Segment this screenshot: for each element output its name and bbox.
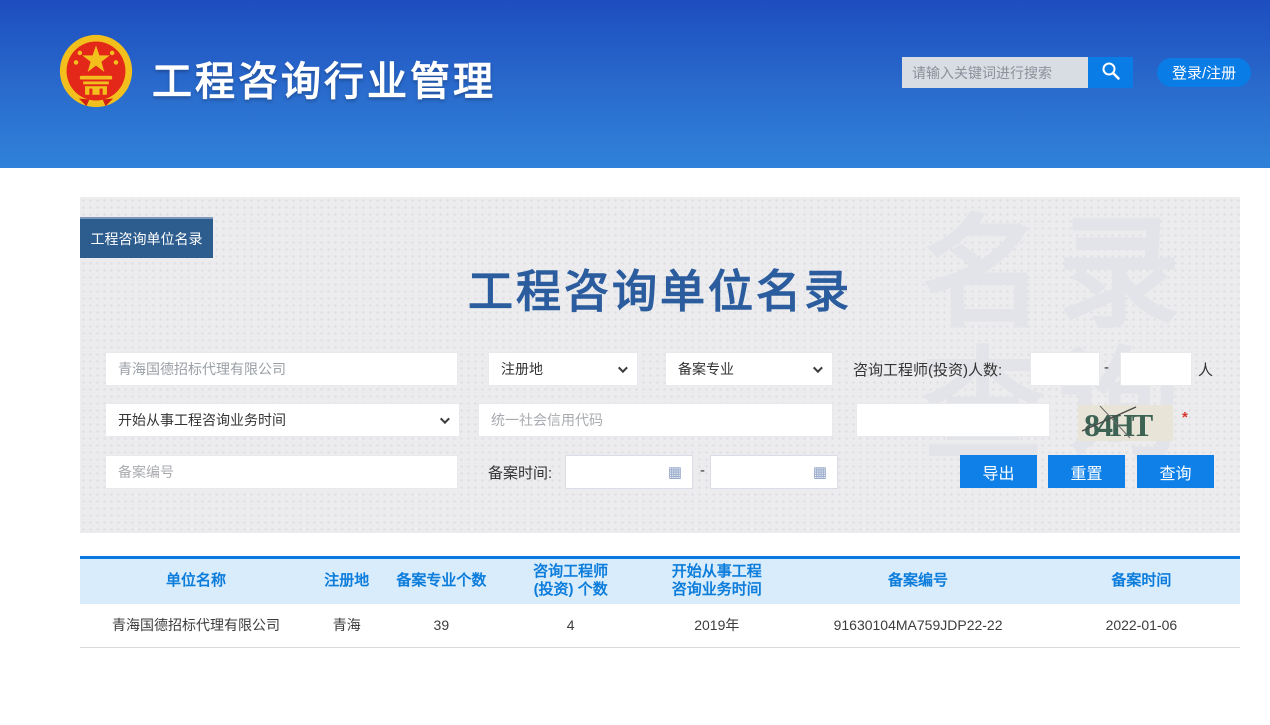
header-search bbox=[902, 57, 1133, 88]
table-row: 青海国德招标代理有限公司 青海 39 4 2019年 91630104MA759… bbox=[80, 604, 1240, 648]
captcha-image[interactable]: 84HT bbox=[1078, 405, 1173, 441]
cell-engineer-count: 4 bbox=[501, 604, 640, 648]
col-header-company: 单位名称 bbox=[80, 558, 312, 604]
specialty-select-label: 备案专业 bbox=[678, 359, 734, 379]
start-business-time-select[interactable]: 开始从事工程咨询业务时间 bbox=[105, 403, 460, 437]
query-button[interactable]: 查询 bbox=[1137, 455, 1214, 488]
page-title: 工程咨询单位名录 bbox=[80, 255, 1240, 320]
company-name-input[interactable] bbox=[105, 352, 458, 386]
results-table-header: 单位名称 注册地 备案专业个数 咨询工程师 (投资) 个数 开始从事工程 咨询业… bbox=[80, 558, 1240, 604]
chevron-down-icon bbox=[440, 414, 450, 424]
col-header-record-no: 备案编号 bbox=[793, 558, 1042, 604]
calendar-icon: ▦ bbox=[668, 465, 682, 480]
col-header-engineer-count: 咨询工程师 (投资) 个数 bbox=[501, 558, 640, 604]
cell-record-no: 91630104MA759JDP22-22 bbox=[793, 604, 1042, 648]
col-header-place: 注册地 bbox=[312, 558, 382, 604]
record-time-label: 备案时间: bbox=[488, 462, 552, 483]
credit-code-input[interactable] bbox=[478, 403, 833, 437]
record-time-end-input[interactable]: ▦ bbox=[710, 455, 838, 489]
tab-unit-directory[interactable]: 工程咨询单位名录 bbox=[80, 217, 213, 258]
engineer-count-max-input[interactable] bbox=[1120, 352, 1192, 386]
record-number-input[interactable] bbox=[105, 455, 458, 489]
cell-specialty-count: 39 bbox=[382, 604, 501, 648]
start-business-time-select-label: 开始从事工程咨询业务时间 bbox=[118, 410, 286, 430]
captcha-text: 84HT bbox=[1084, 407, 1153, 441]
national-emblem-logo bbox=[58, 33, 134, 109]
national-emblem-icon bbox=[58, 33, 134, 109]
required-asterisk: * bbox=[1182, 409, 1188, 426]
query-panel: 名录 查询 工程咨询单位名录 工程咨询单位名录 注册地 备案专业 咨询工程师(投… bbox=[80, 197, 1240, 533]
engineer-count-unit-label: 人 bbox=[1198, 359, 1213, 380]
chevron-down-icon bbox=[813, 363, 823, 373]
search-icon bbox=[1100, 60, 1122, 85]
cell-company: 青海国德招标代理有限公司 bbox=[80, 604, 312, 648]
cell-place: 青海 bbox=[312, 604, 382, 648]
page: 工程咨询行业管理 登录/注册 名录 查询 工程咨询单位名录 工程咨询单位名录 bbox=[0, 0, 1270, 725]
export-button[interactable]: 导出 bbox=[960, 455, 1037, 488]
chevron-down-icon bbox=[618, 363, 628, 373]
col-header-record-time: 备案时间 bbox=[1043, 558, 1240, 604]
captcha-input[interactable] bbox=[856, 403, 1050, 437]
specialty-select[interactable]: 备案专业 bbox=[665, 352, 833, 386]
range-separator: - bbox=[700, 462, 705, 479]
site-title: 工程咨询行业管理 bbox=[152, 49, 496, 107]
col-header-specialty-count: 备案专业个数 bbox=[382, 558, 501, 604]
range-separator: - bbox=[1104, 359, 1109, 376]
cell-start-year: 2019年 bbox=[640, 604, 793, 648]
login-register-button[interactable]: 登录/注册 bbox=[1157, 58, 1251, 87]
search-button[interactable] bbox=[1088, 57, 1133, 88]
cell-record-date: 2022-01-06 bbox=[1043, 604, 1240, 648]
header-search-input[interactable] bbox=[902, 57, 1088, 88]
site-header: 工程咨询行业管理 登录/注册 bbox=[0, 0, 1270, 168]
results-table: 单位名称 注册地 备案专业个数 咨询工程师 (投资) 个数 开始从事工程 咨询业… bbox=[80, 556, 1240, 648]
reset-button[interactable]: 重置 bbox=[1048, 455, 1125, 488]
col-header-start-time: 开始从事工程 咨询业务时间 bbox=[640, 558, 793, 604]
engineer-count-label: 咨询工程师(投资)人数: bbox=[853, 359, 1002, 380]
registration-place-select[interactable]: 注册地 bbox=[488, 352, 638, 386]
record-time-start-input[interactable]: ▦ bbox=[565, 455, 693, 489]
engineer-count-min-input[interactable] bbox=[1030, 352, 1100, 386]
calendar-icon: ▦ bbox=[813, 465, 827, 480]
registration-place-select-label: 注册地 bbox=[501, 359, 543, 379]
